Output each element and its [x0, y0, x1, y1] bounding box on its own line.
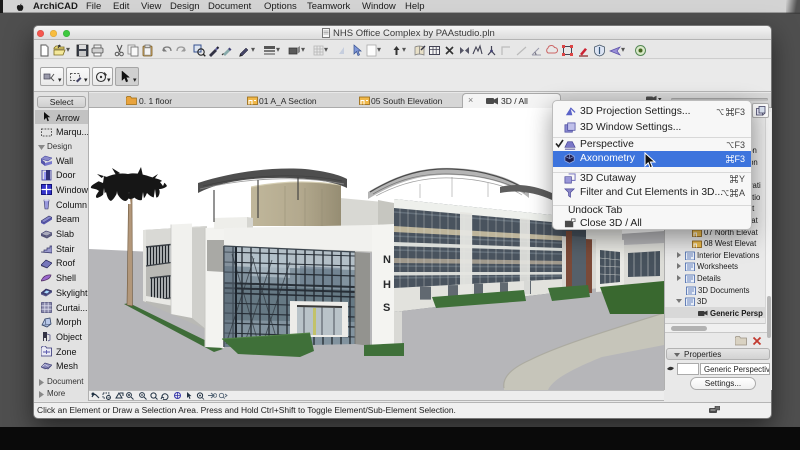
svg-text:H: H [383, 279, 391, 291]
svg-text:S: S [383, 302, 390, 314]
svg-text:N: N [383, 254, 391, 266]
